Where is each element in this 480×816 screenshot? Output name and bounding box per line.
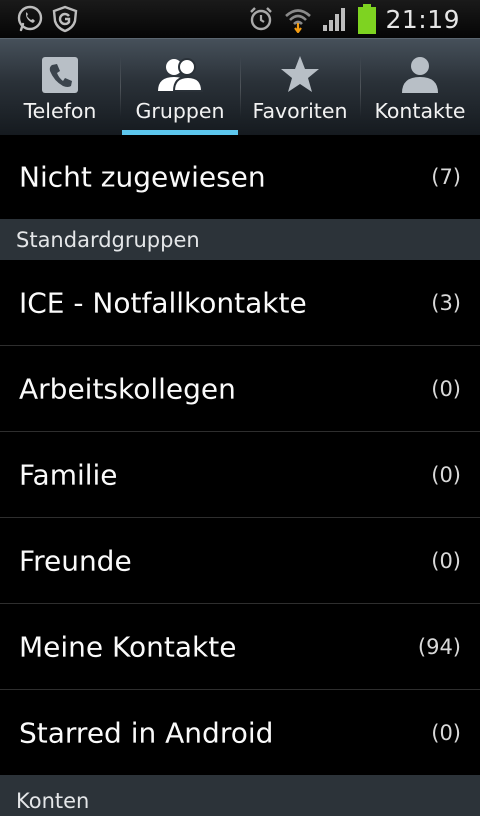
list-item[interactable]: Starred in Android (0) xyxy=(0,690,480,776)
group-count: (0) xyxy=(431,376,461,401)
list-item[interactable]: Freunde (0) xyxy=(0,518,480,604)
list-item[interactable]: ICE - Notfallkontakte (3) xyxy=(0,260,480,346)
section-title: Konten xyxy=(16,789,90,813)
tab-label: Kontakte xyxy=(374,99,466,123)
group-count: (0) xyxy=(431,720,461,745)
alarm-icon xyxy=(247,5,275,33)
group-name: Nicht zugewiesen xyxy=(19,160,266,193)
tab-telefon[interactable]: Telefon xyxy=(0,39,120,135)
tab-gruppen[interactable]: Gruppen xyxy=(120,39,240,135)
list-item-nicht-zugewiesen[interactable]: Nicht zugewiesen (7) xyxy=(0,134,480,220)
contact-icon xyxy=(398,53,442,97)
group-name: ICE - Notfallkontakte xyxy=(19,286,307,319)
phone-icon xyxy=(38,53,82,97)
group-count: (7) xyxy=(431,164,461,189)
tab-bar: Telefon Gruppen Favoriten Kontakte xyxy=(0,38,480,135)
group-count: (94) xyxy=(417,634,461,659)
whatsapp-icon xyxy=(16,5,44,33)
group-name: Arbeitskollegen xyxy=(19,372,236,405)
list-item[interactable]: Meine Kontakte (94) xyxy=(0,604,480,690)
group-count: (0) xyxy=(431,548,461,573)
wifi-icon xyxy=(283,5,313,33)
signal-icon xyxy=(321,5,349,33)
groups-icon xyxy=(158,53,204,97)
group-count: (0) xyxy=(431,462,461,487)
star-icon xyxy=(278,53,322,97)
shield-g-icon xyxy=(52,5,78,33)
status-time: 21:19 xyxy=(385,4,460,34)
list-item[interactable]: Familie (0) xyxy=(0,432,480,518)
tab-label: Gruppen xyxy=(135,99,225,123)
battery-icon xyxy=(357,4,377,34)
group-name: Starred in Android xyxy=(19,716,274,749)
group-name: Freunde xyxy=(19,544,132,577)
section-title: Standardgruppen xyxy=(16,227,200,252)
group-name: Familie xyxy=(19,458,118,491)
group-name: Meine Kontakte xyxy=(19,630,237,663)
tab-label: Telefon xyxy=(23,99,97,123)
group-count: (3) xyxy=(431,290,461,315)
list-item[interactable]: Arbeitskollegen (0) xyxy=(0,346,480,432)
status-bar: 21:19 xyxy=(0,0,480,38)
section-header-konten: Konten xyxy=(0,775,480,816)
tab-kontakte[interactable]: Kontakte xyxy=(360,39,480,135)
tab-favoriten[interactable]: Favoriten xyxy=(240,39,360,135)
section-header-standardgruppen: Standardgruppen xyxy=(0,219,480,260)
tab-label: Favoriten xyxy=(252,99,348,123)
